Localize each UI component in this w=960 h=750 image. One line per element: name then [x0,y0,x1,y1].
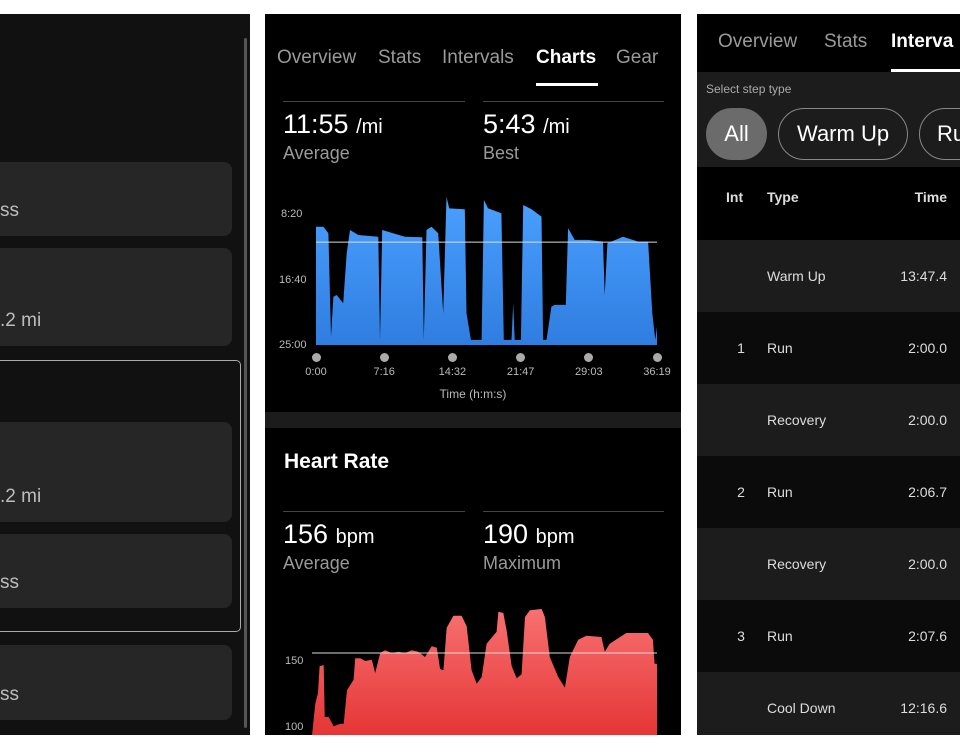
max-heart-rate: 190 bpm [483,519,575,549]
x-tick-label: 36:19 [643,366,671,378]
pill-warm-up[interactable]: Warm Up [778,108,909,160]
cell-int: 3 [737,628,745,644]
x-tick-label: 21:47 [506,366,535,378]
tab-overview[interactable]: Overview [718,31,797,53]
charts-screen: Overview Stats Intervals Charts Gear 11:… [265,14,681,735]
tab-overview[interactable]: Overview [277,47,356,69]
average-pace-label: Average [283,143,350,163]
cell-time: 2:00.0 [908,556,947,572]
cell-time: 2:07.6 [908,628,947,644]
best-pace-label: Best [483,143,520,163]
x-tick-marker[interactable] [311,353,321,362]
scrollbar[interactable] [244,38,247,728]
table-row[interactable]: 1 Run 2:00.0 [697,312,960,384]
x-tick-marker[interactable] [516,353,526,362]
average-pace: 11:55 /mi [283,109,383,139]
cell-time: 2:00.0 [908,340,947,356]
cell-type: Recovery [767,412,827,428]
x-tick-label: 14:32 [438,366,467,378]
cell-type: Run [767,628,793,644]
y-tick-label: 8:20 [281,208,303,220]
divider [483,101,664,102]
cell-type: Cool Down [767,700,836,716]
y-tick-label: 25:00 [279,339,307,351]
column-header-int: Int [726,189,744,205]
section-separator [265,412,681,428]
table-row[interactable]: 3 Run 2:07.6 [697,600,960,672]
table-row[interactable]: Recovery 2:00.0 [697,384,960,456]
list-card[interactable]: ss [0,534,232,608]
cell-type: Run [767,340,793,356]
cell-time: 2:00.0 [908,412,947,428]
cell-int: 2 [737,484,745,500]
divider [283,101,465,102]
average-heart-rate: 156 bpm [283,519,375,549]
card-text: ss [0,200,19,221]
cell-int: 1 [737,340,745,356]
tab-gear[interactable]: Gear [616,47,658,69]
x-tick-label: 7:16 [373,366,395,378]
table-row[interactable]: Cool Down 12:16.6 [697,672,960,735]
heart-rate-title: Heart Rate [284,450,390,473]
card-text: ss [0,572,19,593]
divider [483,511,664,512]
pill-all[interactable]: All [706,108,767,160]
cell-type: Recovery [767,556,827,572]
average-hr-label: Average [283,553,350,573]
card-text: .2 mi [0,486,42,507]
card-text: .2 mi [0,310,42,331]
x-tick-marker[interactable] [447,353,457,362]
tab-stats[interactable]: Stats [378,47,421,69]
cell-time: 12:16.6 [900,700,947,716]
x-tick-label: 0:00 [305,366,327,378]
y-tick-label: 16:40 [279,274,307,286]
cell-type: Warm Up [767,268,826,284]
tab-intervals[interactable]: Interva [891,31,953,53]
table-row[interactable]: Recovery 2:00.0 [697,528,960,600]
column-header-time: Time [914,189,947,205]
list-card[interactable]: .2 mi [0,248,232,346]
tab-stats[interactable]: Stats [824,31,867,53]
divider [283,511,465,512]
x-tick-marker[interactable] [584,353,594,362]
cell-type: Run [767,484,793,500]
tab-charts[interactable]: Charts [536,47,596,69]
x-tick-label: 29:03 [575,366,603,378]
cell-time: 2:06.7 [908,484,947,500]
list-card[interactable]: ss [0,162,232,236]
intervals-screen: Overview Stats Interva Select step type … [697,14,960,735]
tab-intervals[interactable]: Intervals [442,47,514,69]
heart-rate-area [312,609,657,735]
left-screen: ss .2 mi .2 mi ss ss [0,14,250,735]
max-hr-label: Maximum [483,553,562,573]
x-tick-marker[interactable] [652,353,662,362]
active-tab-indicator [536,83,598,86]
pace-area [316,196,657,345]
table-row[interactable]: 2 Run 2:06.7 [697,456,960,528]
x-axis-label: Time (h:m:s) [439,387,507,401]
y-tick-label: 150 [285,655,304,667]
cell-time: 13:47.4 [900,268,947,284]
card-text: ss [0,684,19,705]
y-tick-label: 100 [285,721,304,733]
table-row[interactable]: Warm Up 13:47.4 [697,240,960,312]
x-tick-marker[interactable] [379,353,389,362]
best-pace: 5:43 /mi [483,109,570,139]
list-card[interactable]: .2 mi [0,422,232,522]
list-card[interactable]: ss [0,645,232,720]
column-header-type: Type [767,189,799,205]
filter-label: Select step type [706,82,792,96]
